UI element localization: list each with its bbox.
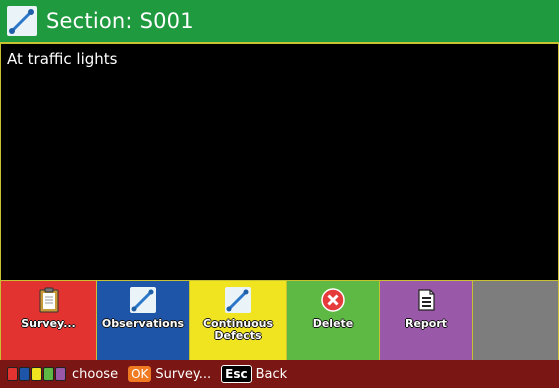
color-keys (7, 367, 67, 381)
section-description: At traffic lights (7, 50, 118, 68)
page-title: Section: S001 (46, 9, 194, 33)
blue-key (19, 367, 30, 381)
report-button-label: Report (404, 317, 448, 330)
pencil-icon (7, 6, 37, 36)
section-content: At traffic lights (0, 44, 559, 280)
yellow-key (31, 367, 42, 381)
continuous-defects-label-line1: Continuous (202, 317, 274, 330)
ok-hint: Survey... (155, 366, 212, 382)
survey-screen: Section: S001 At traffic lights Survey..… (0, 0, 559, 388)
delete-button[interactable]: Delete (287, 280, 380, 360)
observations-button[interactable]: Observations (97, 280, 190, 360)
document-icon (418, 289, 435, 311)
footer-bar: choose OK Survey... Esc Back (0, 360, 559, 388)
survey-button[interactable]: Survey... (0, 280, 97, 360)
back-hint: Back (255, 366, 288, 382)
purple-key (55, 367, 66, 381)
clipboard-icon (39, 287, 58, 313)
esc-key-badge[interactable]: Esc (221, 365, 252, 383)
ok-key-badge[interactable]: OK (128, 366, 152, 382)
pencil-icon (225, 287, 251, 313)
observations-button-label: Observations (101, 317, 185, 330)
header-bar: Section: S001 (0, 0, 559, 44)
report-button[interactable]: Report (380, 280, 473, 360)
red-key (7, 367, 18, 381)
empty-button[interactable] (473, 280, 559, 360)
pencil-icon (130, 287, 156, 313)
green-key (43, 367, 54, 381)
delete-button-label: Delete (312, 317, 354, 330)
continuous-defects-label-line2: Defects (214, 329, 262, 342)
survey-button-label: Survey... (21, 317, 76, 330)
function-button-bar: Survey... Observations Continuous Defect… (0, 280, 559, 360)
close-circle-icon (321, 288, 345, 312)
continuous-defects-button[interactable]: Continuous Defects (190, 280, 287, 360)
choose-hint: choose (72, 366, 119, 382)
